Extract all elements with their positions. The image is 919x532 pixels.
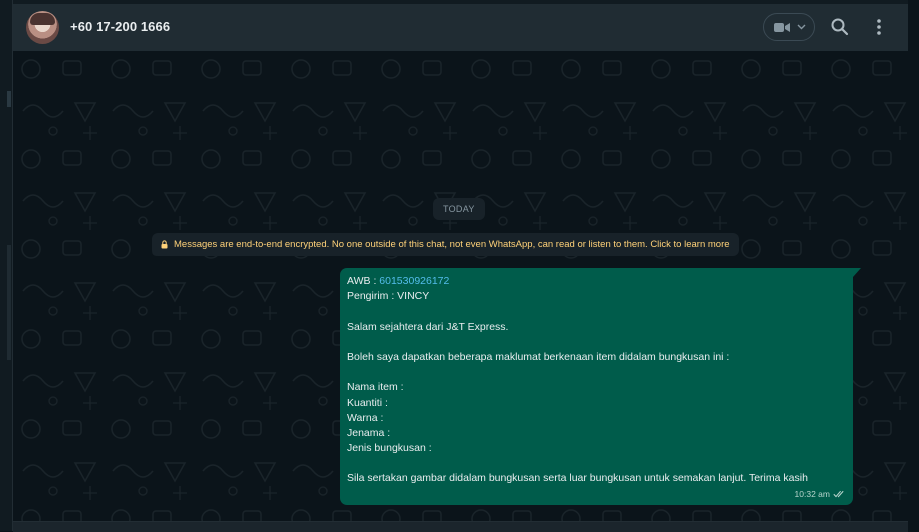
date-chip: TODAY <box>433 198 485 220</box>
chat-list-edge <box>0 0 13 531</box>
message-line: Pengirim : VINCY <box>347 290 430 303</box>
message-line: Salam sejahtera dari J&T Express. <box>347 320 509 333</box>
message-meta: 10:32 am <box>795 489 846 499</box>
contact-name[interactable]: +60 17-200 1666 <box>70 19 170 34</box>
message-line <box>347 304 846 319</box>
encryption-notice[interactable]: Messages are end-to-end encrypted. No on… <box>152 233 739 256</box>
chevron-down-icon <box>797 24 806 30</box>
window-edge <box>908 0 919 531</box>
message-line: Kuantiti : <box>347 396 388 409</box>
app-window: +60 17-200 1666 TODAY Messages are end-t… <box>0 0 919 532</box>
encryption-notice-text: Messages are end-to-end encrypted. No on… <box>174 239 730 250</box>
composer-bar-edge <box>13 521 908 532</box>
chat-panel[interactable]: TODAY Messages are end-to-end encrypted.… <box>13 51 908 521</box>
message-line <box>347 365 846 380</box>
chat-list-highlight <box>7 245 11 360</box>
search-icon[interactable] <box>830 17 850 37</box>
video-call-button[interactable] <box>763 13 815 41</box>
double-check-icon <box>833 490 844 498</box>
message-line <box>347 456 846 471</box>
message-time: 10:32 am <box>794 489 830 499</box>
message-line: Jenama : <box>347 426 391 439</box>
chat-header[interactable]: +60 17-200 1666 <box>13 4 908 51</box>
kebab-menu-icon[interactable] <box>871 17 887 37</box>
scrollbar-thumb[interactable] <box>7 91 11 107</box>
outgoing-message[interactable]: AWB : 601530926172 Pengirim : VINCY Sala… <box>340 268 853 505</box>
avatar[interactable] <box>26 11 59 44</box>
message-line: Sila sertakan gambar didalam bungkusan s… <box>347 472 808 485</box>
message-awb-line: AWB : 601530926172 <box>347 274 846 289</box>
lock-icon <box>161 240 168 249</box>
message-line: Warna : <box>347 411 384 424</box>
message-line: Boleh saya dapatkan beberapa maklumat be… <box>347 350 730 363</box>
awb-label: AWB : <box>347 275 380 287</box>
video-camera-icon <box>774 23 790 32</box>
bubble-tail <box>853 268 861 277</box>
message-line: Jenis bungkusan : <box>347 442 432 455</box>
message-line <box>347 335 846 350</box>
message-line: Nama item : <box>347 381 404 394</box>
awb-number-link[interactable]: 601530926172 <box>379 275 449 287</box>
